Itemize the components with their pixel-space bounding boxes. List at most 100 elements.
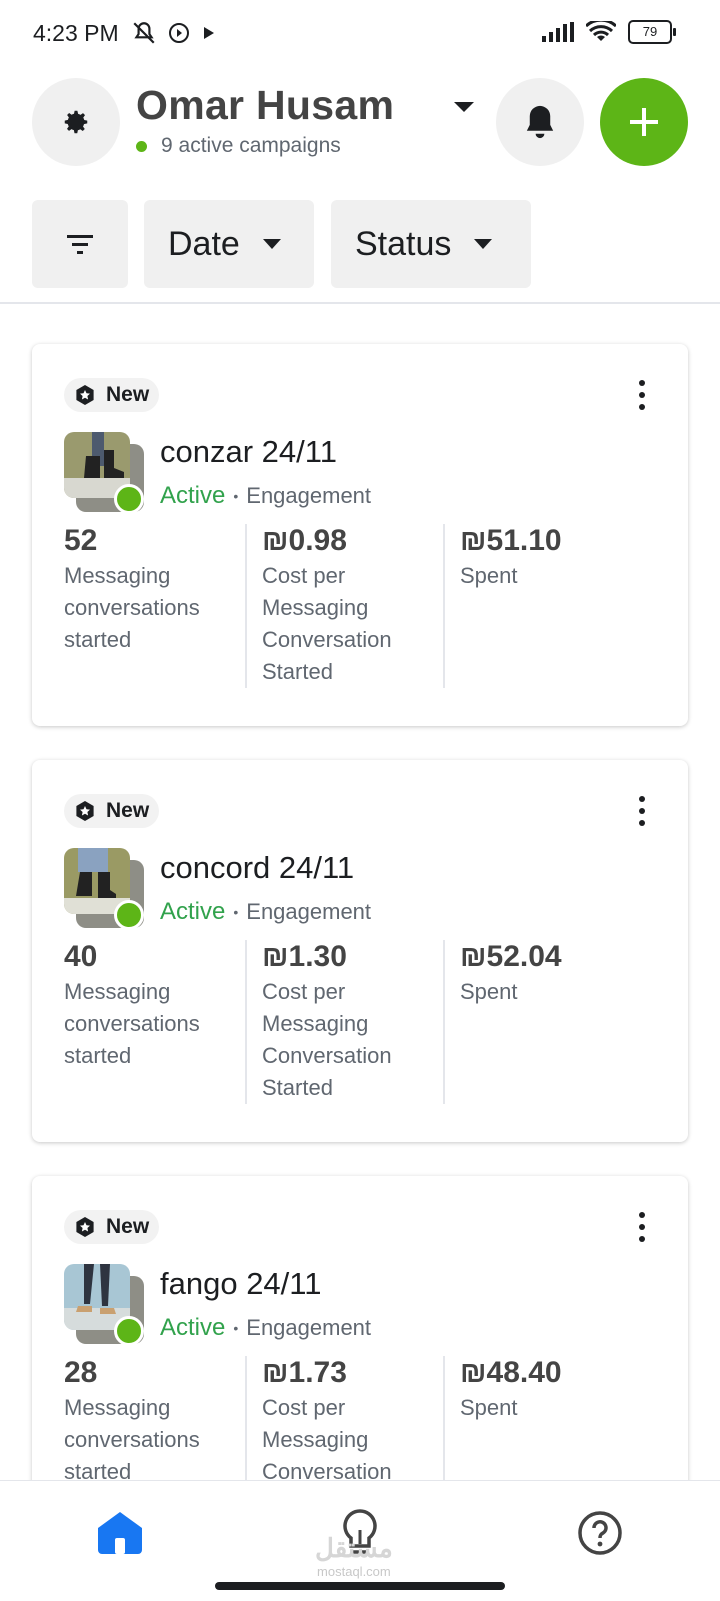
campaign-objective: Engagement	[246, 483, 372, 508]
more-options-icon[interactable]	[636, 796, 648, 826]
metric-results: 40 Messaging conversations started	[64, 940, 234, 1072]
watermark-arabic: مستقل	[315, 1533, 393, 1563]
delivery-status: Active	[160, 898, 226, 925]
filter-button[interactable]	[32, 200, 128, 288]
notifications-button[interactable]	[496, 78, 584, 166]
badge-label: New	[106, 799, 150, 822]
active-status-dot	[114, 900, 144, 930]
metric-divider	[245, 940, 247, 1104]
status-filter-button[interactable]: Status	[331, 200, 531, 288]
metric-results: 52 Messaging conversations started	[64, 524, 234, 656]
metric-label: Messaging conversations started	[64, 1395, 200, 1484]
separator-dot: •	[233, 488, 239, 504]
active-campaigns-count: 9 active campaigns	[161, 134, 341, 157]
mute-icon	[133, 22, 155, 44]
campaign-name[interactable]: conzar 24/11	[160, 434, 337, 470]
plus-icon	[630, 108, 658, 136]
metric-value: ₪1.30	[262, 940, 347, 973]
account-header: Omar Husam 9 active campaigns	[0, 78, 720, 166]
campaign-objective: Engagement	[246, 899, 372, 924]
filter-icon	[67, 235, 93, 254]
campaign-thumbnail	[64, 432, 144, 514]
campaign-thumbnail	[64, 1264, 144, 1346]
metric-value: ₪1.73	[262, 1356, 347, 1389]
metric-value: 40	[64, 940, 98, 973]
campaign-name[interactable]: concord 24/11	[160, 850, 354, 886]
metric-spent: ₪52.04 Spent	[460, 940, 650, 1008]
campaign-name[interactable]: fango 24/11	[160, 1266, 321, 1302]
home-icon	[98, 1512, 142, 1554]
watermark-latin: mostaql.com	[317, 1564, 391, 1579]
metric-divider	[443, 940, 445, 1104]
more-options-icon[interactable]	[636, 380, 648, 410]
new-badge: New	[64, 794, 160, 828]
date-filter-button[interactable]: Date	[144, 200, 314, 288]
campaign-status: Active • Engagement	[160, 482, 371, 510]
status-filter-label: Status	[355, 224, 452, 263]
separator-dot: •	[233, 904, 239, 920]
watermark: مستقل mostaql.com	[315, 1533, 393, 1579]
nav-help[interactable]	[570, 1503, 630, 1563]
campaign-status: Active • Engagement	[160, 898, 371, 926]
campaign-thumbnail	[64, 848, 144, 930]
status-right-icons: 79	[542, 20, 676, 44]
bell-icon	[526, 105, 554, 139]
chevron-down-icon[interactable]	[453, 100, 475, 114]
delivery-status: Active	[160, 1314, 226, 1341]
badge-label: New	[106, 383, 150, 406]
signal-icon	[542, 22, 574, 42]
gear-icon	[64, 110, 88, 134]
metric-value: ₪51.10	[460, 524, 562, 557]
wifi-icon	[586, 21, 616, 41]
campaign-objective: Engagement	[246, 1315, 372, 1340]
metric-value: ₪0.98	[262, 524, 347, 557]
battery-icon: 79	[628, 20, 676, 44]
metric-cost-per-result: ₪0.98 Cost per Messaging Conversation St…	[262, 524, 432, 688]
caret-down-icon	[262, 239, 281, 249]
metric-value: 28	[64, 1356, 98, 1389]
metric-label: Cost per Messaging Conversation Started	[262, 979, 392, 1100]
date-filter-label: Date	[168, 224, 240, 263]
help-icon	[578, 1511, 622, 1555]
metric-spent: ₪48.40 Spent	[460, 1356, 650, 1424]
data-saver-icon	[169, 23, 189, 43]
campaign-card[interactable]: New concord 24/11 Active • Engagement 40…	[32, 760, 688, 1142]
metric-divider	[443, 524, 445, 688]
create-campaign-button[interactable]	[600, 78, 688, 166]
nav-home[interactable]	[90, 1503, 150, 1563]
metric-label: Cost per Messaging Conversation Started	[262, 563, 392, 684]
active-status-dot	[114, 1316, 144, 1346]
metric-divider	[245, 524, 247, 688]
caret-down-icon	[474, 239, 493, 249]
metric-spent: ₪51.10 Spent	[460, 524, 650, 592]
metric-label: Messaging conversations started	[64, 563, 200, 652]
more-options-icon[interactable]	[636, 1212, 648, 1242]
status-time: 4:23 PM	[33, 20, 119, 46]
metric-label: Messaging conversations started	[64, 979, 200, 1068]
status-left-icons	[131, 20, 217, 46]
filter-bar: Date Status	[0, 200, 720, 288]
active-status-dot	[114, 484, 144, 514]
header-divider	[0, 302, 720, 304]
campaign-card[interactable]: New conzar 24/11 Active • Engagement 52 …	[32, 344, 688, 726]
settings-button[interactable]	[32, 78, 120, 166]
metric-value: 52	[64, 524, 98, 557]
new-badge: New	[64, 378, 160, 412]
status-bar: 4:23 PM 79	[0, 0, 720, 70]
metric-label: Spent	[460, 979, 518, 1004]
separator-dot: •	[233, 1320, 239, 1336]
metric-label: Spent	[460, 563, 518, 588]
gesture-bar[interactable]	[215, 1582, 505, 1590]
badge-label: New	[106, 1215, 150, 1238]
delivery-status: Active	[160, 482, 226, 509]
metric-value: ₪52.04	[460, 940, 562, 973]
active-dot	[136, 140, 147, 152]
campaign-status: Active • Engagement	[160, 1314, 371, 1342]
account-name[interactable]: Omar Husam	[136, 82, 394, 129]
new-badge: New	[64, 1210, 160, 1244]
metric-label: Spent	[460, 1395, 518, 1420]
new-star-icon	[76, 801, 94, 821]
account-status: 9 active campaigns	[136, 134, 341, 158]
metric-value: ₪48.40	[460, 1356, 562, 1389]
new-star-icon	[76, 385, 94, 405]
